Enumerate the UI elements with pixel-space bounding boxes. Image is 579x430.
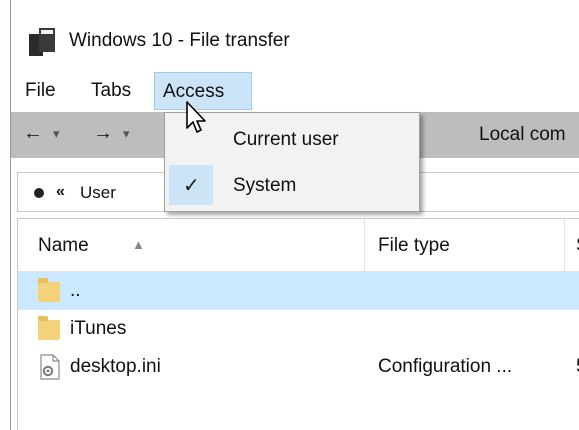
back-history-dropdown-icon[interactable]: ▾ (53, 126, 60, 142)
forward-arrow-icon[interactable]: → (93, 122, 113, 145)
file-name: desktop.ini (70, 356, 161, 377)
column-header-name[interactable]: Name (38, 235, 89, 257)
settings-file-icon (40, 354, 60, 380)
mouse-pointer-icon (186, 101, 206, 133)
location-label: Local com (479, 124, 566, 145)
menu-item-system[interactable]: ✓ System (167, 165, 415, 205)
file-type: Configuration ... (378, 356, 513, 377)
window-title: Windows 10 - File transfer (69, 30, 290, 51)
menu-tabs[interactable]: Tabs (83, 72, 139, 110)
file-name: iTunes (70, 318, 127, 339)
file-name: .. (70, 280, 81, 301)
file-list: Name ▲ File type S .. iTunes desktop.ini… (17, 218, 579, 430)
folder-icon (38, 316, 62, 342)
back-arrow-icon[interactable]: ← (23, 122, 43, 145)
menu-item-label: System (233, 175, 297, 196)
forward-history-dropdown-icon[interactable]: ▾ (123, 126, 130, 142)
app-icon (29, 28, 55, 56)
menu-item-label: Current user (233, 129, 339, 150)
column-divider[interactable] (364, 219, 365, 271)
column-divider[interactable] (564, 219, 565, 271)
checkmark-highlight: ✓ (169, 165, 213, 205)
title-bar: Windows 10 - File transfer (11, 0, 579, 70)
column-header-row: Name ▲ File type S (18, 219, 579, 272)
column-header-file-type[interactable]: File type (378, 235, 450, 257)
drive-dot-icon (34, 188, 44, 198)
file-transfer-window: Windows 10 - File transfer File Tabs Acc… (10, 0, 579, 430)
overflow-chevron-icon[interactable]: « (56, 183, 65, 201)
menu-bar: File Tabs Access (11, 72, 579, 110)
menu-file[interactable]: File (17, 72, 64, 110)
file-row-desktop-ini[interactable]: desktop.ini Configuration ... 5 (18, 348, 579, 386)
breadcrumb-user[interactable]: User (80, 183, 116, 203)
file-row-parent[interactable]: .. (18, 272, 579, 310)
checkmark-icon: ✓ (183, 175, 200, 197)
file-row-itunes[interactable]: iTunes (18, 310, 579, 348)
folder-icon (38, 278, 62, 304)
sort-ascending-icon: ▲ (132, 237, 145, 252)
